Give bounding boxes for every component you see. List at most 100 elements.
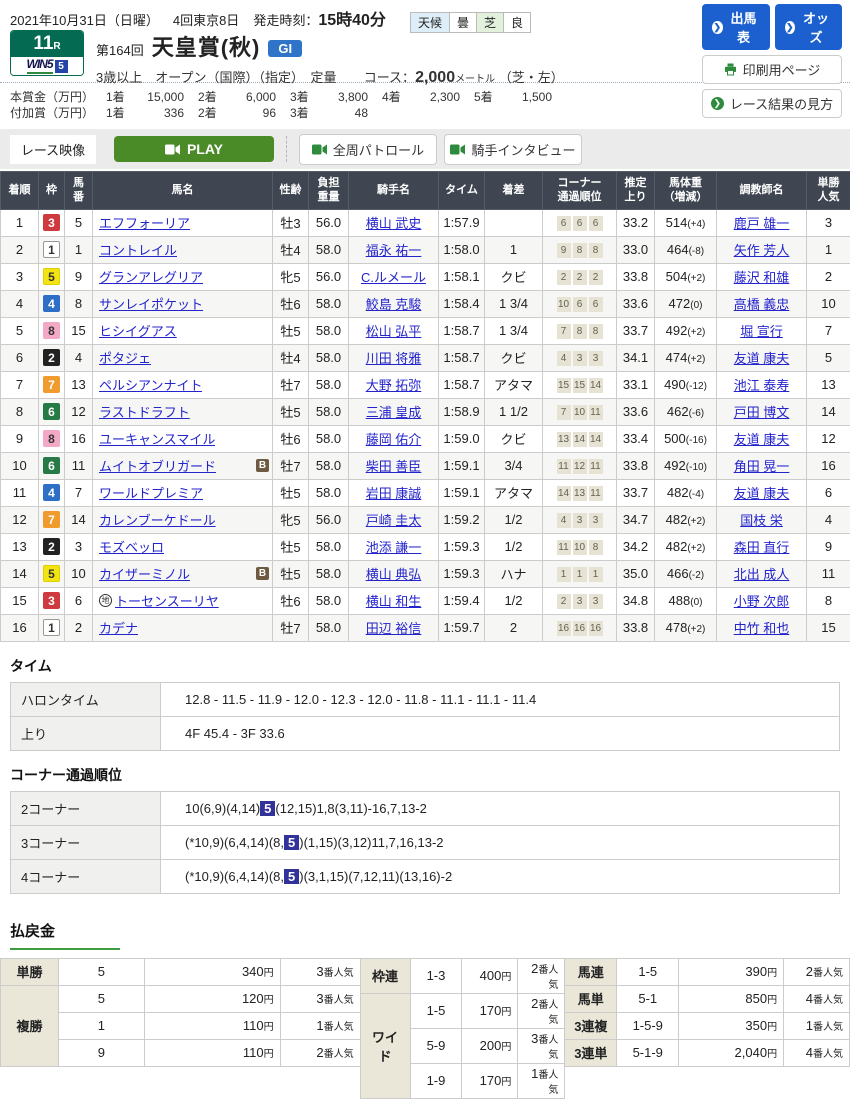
- jockey-name-link[interactable]: 横山 和生: [366, 594, 422, 609]
- horse-name-link[interactable]: カイザーミノル: [99, 564, 190, 583]
- horse-name-link[interactable]: カレンブーケドール: [99, 510, 216, 529]
- win-favorite-rank: 15: [807, 614, 850, 641]
- corner-position: 13: [557, 432, 571, 447]
- corner-order-cell: 11108: [543, 533, 617, 560]
- trainer-name-link[interactable]: 中竹 和也: [734, 621, 790, 636]
- trainer-name-link[interactable]: 角田 晃一: [734, 459, 790, 474]
- corner-row: 3コーナー(*10,9)(6,4,14)(8,5)(1,15)(3,12)11,…: [11, 825, 840, 859]
- video-camera-icon: [450, 144, 465, 155]
- horse-name-link[interactable]: ペルシアンナイト: [99, 375, 202, 394]
- frame-cell: 4: [39, 479, 65, 506]
- jockey-name-link[interactable]: 鮫島 克駿: [366, 297, 422, 312]
- horse-name-link[interactable]: カデナ: [99, 618, 138, 637]
- horse-name-link[interactable]: ヒシイグアス: [99, 321, 177, 340]
- carried-weight: 58.0: [309, 344, 349, 371]
- corner-position: 11: [557, 459, 571, 474]
- trainer-name-link[interactable]: 鹿戸 雄一: [734, 216, 790, 231]
- jockey-cell: 横山 和生: [349, 587, 439, 614]
- results-guide-button[interactable]: ❯ レース結果の見方: [702, 89, 842, 118]
- carried-weight: 58.0: [309, 317, 349, 344]
- win-favorite-rank: 10: [807, 290, 850, 317]
- horse-name-link[interactable]: ユーキャンスマイル: [99, 429, 215, 448]
- trainer-name-link[interactable]: 国枝 栄: [740, 513, 783, 528]
- trainer-name-link[interactable]: 森田 直行: [734, 540, 790, 555]
- trainer-name-link[interactable]: 戸田 博文: [734, 405, 790, 420]
- body-weight-diff: (-8): [689, 246, 705, 257]
- trainer-name-link[interactable]: 堀 宣行: [740, 324, 783, 339]
- trainer-name-link[interactable]: 藤沢 和雄: [734, 270, 790, 285]
- jockey-name-link[interactable]: 岩田 康誠: [366, 486, 422, 501]
- corner-position: 8: [573, 324, 587, 339]
- print-page-button[interactable]: 印刷用ページ: [702, 55, 842, 84]
- jockey-name-link[interactable]: C.ルメール: [361, 270, 426, 285]
- jockey-name-link[interactable]: 藤岡 佑介: [366, 432, 422, 447]
- jockey-interview-button[interactable]: 騎手インタビュー: [444, 134, 582, 165]
- popularity-rank: 1: [531, 1066, 538, 1081]
- payout-group-table: 枠連1-3400円2番人気ワイド1-5170円2番人気5-9200円3番人気1-…: [360, 958, 566, 1099]
- finish-position: 4: [1, 290, 39, 317]
- horse-name-link[interactable]: モズベッロ: [99, 537, 164, 556]
- jockey-name-link[interactable]: 大野 拓弥: [366, 378, 422, 393]
- payout-combination: 1-5: [617, 958, 679, 985]
- trainer-name-link[interactable]: 友道 康夫: [734, 351, 790, 366]
- horse-name-link[interactable]: コントレイル: [99, 240, 177, 259]
- horse-name-link[interactable]: ムイトオブリガード: [99, 456, 216, 475]
- trainer-cell: 戸田 博文: [717, 398, 807, 425]
- jockey-name-link[interactable]: 池添 謙一: [366, 540, 422, 555]
- trainer-name-link[interactable]: 小野 次郎: [734, 594, 790, 609]
- jockey-name-link[interactable]: 田辺 裕信: [366, 621, 422, 636]
- frame-cell: 8: [39, 317, 65, 344]
- trainer-name-link[interactable]: 矢作 芳人: [734, 243, 790, 258]
- play-button[interactable]: PLAY: [114, 136, 274, 162]
- body-weight-diff: (-2): [689, 570, 705, 581]
- horse-name-link[interactable]: ワールドプレミア: [99, 483, 203, 502]
- jockey-cell: 大野 拓弥: [349, 371, 439, 398]
- horse-name-link[interactable]: トーセンスーリヤ: [115, 591, 219, 610]
- horse-number: 16: [65, 425, 93, 452]
- race-results-table: 着順枠馬 番馬名性齢負担 重量騎手名タイム着差コーナー 通過順位推定 上り馬体重…: [0, 171, 850, 642]
- finish-position: 16: [1, 614, 39, 641]
- course-distance: 2,000: [415, 69, 455, 86]
- popularity-suffix: 番人気: [538, 1070, 558, 1096]
- trainer-name-link[interactable]: 友道 康夫: [734, 432, 790, 447]
- corner-position: 3: [573, 351, 587, 366]
- last-3f-time: 33.7: [617, 317, 655, 344]
- horse-name-cell: ペルシアンナイト: [93, 371, 273, 398]
- carried-weight: 58.0: [309, 425, 349, 452]
- jockey-name-link[interactable]: 松山 弘平: [366, 324, 422, 339]
- jockey-name-link[interactable]: 戸崎 圭太: [366, 513, 422, 528]
- jockey-cell: 松山 弘平: [349, 317, 439, 344]
- course-note: （芝・左）: [499, 70, 564, 85]
- trainer-name-link[interactable]: 北出 成人: [734, 567, 790, 582]
- last-3f-time: 33.8: [617, 263, 655, 290]
- horse-name-link[interactable]: ポタジェ: [99, 348, 151, 367]
- patrol-video-button[interactable]: 全周パトロール: [299, 134, 437, 165]
- jockey-name-link[interactable]: 柴田 善臣: [366, 459, 422, 474]
- corner-order-cell: 141311: [543, 479, 617, 506]
- payout-amount: 340: [242, 964, 264, 979]
- jockey-name-link[interactable]: 川田 将雅: [366, 351, 422, 366]
- trainer-name-link[interactable]: 池江 泰寿: [734, 378, 790, 393]
- prize-main-rank: 2着: [198, 89, 224, 105]
- win-favorite-rank: 11: [807, 560, 850, 587]
- entries-button[interactable]: ❯ 出馬表: [702, 4, 770, 50]
- horse-name-link[interactable]: グランアレグリア: [99, 267, 203, 286]
- jockey-name-link[interactable]: 福永 祐一: [366, 243, 422, 258]
- jockey-name-link[interactable]: 横山 武史: [366, 216, 422, 231]
- jockey-name-link[interactable]: 横山 典弘: [366, 567, 422, 582]
- table-row: 5815ヒシイグアス牡558.0松山 弘平1:58.71 3/478833.74…: [1, 317, 850, 344]
- trainer-name-link[interactable]: 友道 康夫: [734, 486, 790, 501]
- payout-amount: 170: [480, 1003, 502, 1018]
- yen-suffix: 円: [264, 995, 274, 1006]
- trainer-name-link[interactable]: 高橋 義忠: [734, 297, 790, 312]
- margin: 1 1/2: [485, 398, 543, 425]
- jockey-cell: 池添 謙一: [349, 533, 439, 560]
- horse-name-link[interactable]: エフフォーリア: [99, 213, 190, 232]
- table-row: 135エフフォーリア牡356.0横山 武史1:57.966633.2514(+4…: [1, 209, 850, 236]
- corner-position: 7: [557, 324, 571, 339]
- results-column-header: 馬 番: [65, 172, 93, 210]
- jockey-name-link[interactable]: 三浦 皇成: [366, 405, 422, 420]
- horse-name-link[interactable]: ラストドラフト: [99, 402, 190, 421]
- horse-name-link[interactable]: サンレイポケット: [99, 294, 203, 313]
- odds-button[interactable]: ❯ オッズ: [775, 4, 843, 50]
